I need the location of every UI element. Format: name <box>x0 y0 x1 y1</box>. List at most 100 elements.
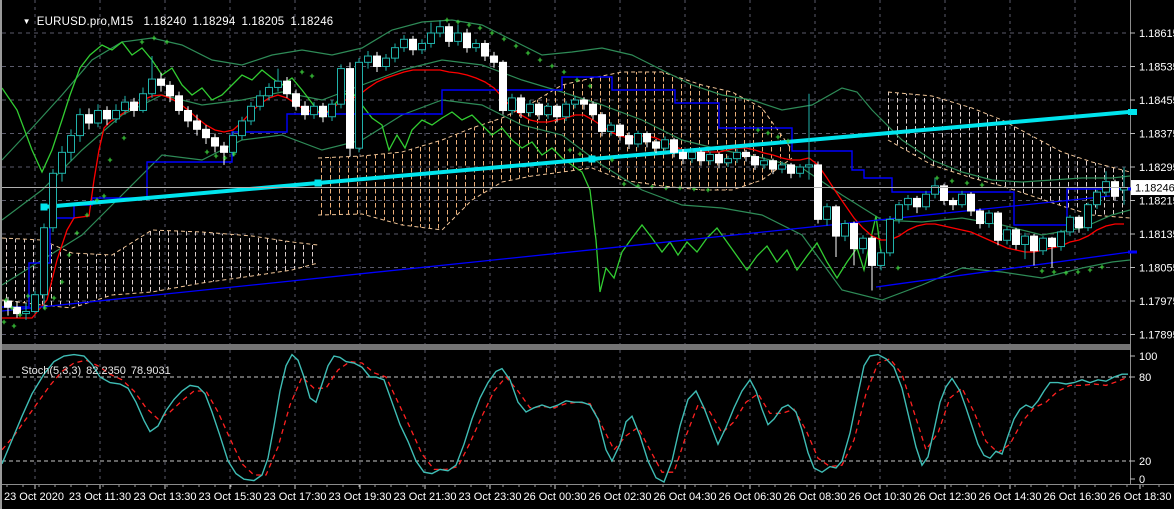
cyan-trendline-handle[interactable] <box>588 155 596 163</box>
candlestick <box>940 185 948 202</box>
candlestick <box>832 206 840 237</box>
candlestick <box>130 101 138 111</box>
time-axis-label: 23 Oct 15:30 <box>199 491 262 503</box>
candlestick <box>112 109 120 120</box>
stoch-axis-label: 0 <box>1139 474 1145 486</box>
candlestick <box>796 166 804 174</box>
candlestick <box>76 114 84 137</box>
candlestick <box>238 120 246 137</box>
candlestick <box>715 153 723 164</box>
price-axis-label: 1.18055 <box>1139 263 1174 275</box>
price-axis-label: 1.18295 <box>1139 162 1174 174</box>
candlestick <box>724 158 732 164</box>
candlestick <box>1057 231 1065 248</box>
candlestick <box>814 164 822 220</box>
stoch-axis[interactable]: 100 80 20 0 <box>1130 351 1157 486</box>
candlestick <box>454 32 462 42</box>
cyan-trendline-handle[interactable] <box>314 179 322 187</box>
symbol-period-label: EURUSD.pro,M15 <box>36 16 134 28</box>
price-axis[interactable]: 1.18615 1.18535 1.18455 1.18375 1.18295 1.182… <box>1128 28 1174 342</box>
candlestick <box>877 252 885 266</box>
candlestick <box>598 114 606 132</box>
candlestick <box>373 55 381 68</box>
candlestick <box>49 172 57 229</box>
axis-edge-mark <box>1128 250 1137 254</box>
candlestick <box>526 103 534 114</box>
candlestick <box>436 26 444 34</box>
candlestick <box>535 103 543 116</box>
price-axis-label: 1.18615 <box>1139 28 1174 40</box>
candlestick <box>949 200 957 206</box>
time-axis-label: 23 Oct 13:30 <box>134 491 197 503</box>
price-axis-label: 1.18215 <box>1139 196 1174 208</box>
stoch-d-value: 78.9031 <box>130 365 171 377</box>
candlestick <box>643 133 651 143</box>
candlestick <box>886 218 894 254</box>
time-axis[interactable]: 23 Oct 2020 23 Oct 11:30 23 Oct 13:30 23 Oc… <box>4 485 1174 503</box>
time-axis-label: 26 Oct 08:30 <box>784 491 847 503</box>
candlestick <box>751 156 759 166</box>
time-axis-label: 23 Oct 23:30 <box>459 491 522 503</box>
price-axis-label: 1.18535 <box>1139 62 1174 74</box>
candlestick <box>319 105 327 118</box>
candlestick <box>1093 191 1101 206</box>
price-axis-label: 1.17895 <box>1139 330 1174 342</box>
candlestick <box>508 97 516 111</box>
candlestick <box>121 101 129 111</box>
chart-ohlc-header: ▼ EURUSD.pro,M15 1.18240 1.18294 1.18205 1.18… <box>9 4 339 40</box>
pane-divider[interactable] <box>2 344 1130 350</box>
candlestick <box>445 26 453 42</box>
candlestick <box>265 86 273 97</box>
candlestick <box>40 227 48 296</box>
candlestick <box>1003 229 1011 241</box>
candlestick <box>274 80 282 88</box>
candlestick <box>589 103 597 116</box>
time-axis-label: 26 Oct 12:30 <box>914 491 977 503</box>
candlestick <box>301 105 309 116</box>
candlestick <box>769 160 777 170</box>
candlestick <box>481 42 489 57</box>
candlestick <box>607 124 615 132</box>
candlestick <box>841 223 849 237</box>
candlestick <box>571 99 579 105</box>
candlestick <box>400 38 408 49</box>
cyan-trendline-handle[interactable] <box>40 203 48 211</box>
candlestick <box>733 151 741 160</box>
candlestick <box>895 204 903 220</box>
close-value: 1.18246 <box>290 16 334 28</box>
candlestick <box>1012 229 1020 245</box>
candlestick <box>625 135 633 145</box>
candlestick <box>1039 237 1047 252</box>
candlestick <box>1084 204 1092 229</box>
candlestick <box>994 212 1002 241</box>
candlestick <box>679 151 687 160</box>
candlestick <box>553 105 561 118</box>
stoch-k-value: 82.2350 <box>86 365 126 377</box>
candlestick <box>22 310 30 315</box>
price-axis-label: 1.17975 <box>1139 296 1174 308</box>
candlestick <box>391 47 399 59</box>
candlestick <box>1066 216 1074 233</box>
candlestick <box>517 97 525 114</box>
candlestick <box>247 105 255 122</box>
chart-canvas[interactable]: 1.18615 1.18535 1.18455 1.18375 1.18295 1.182… <box>2 0 1174 509</box>
candlestick <box>292 93 300 107</box>
time-axis-label: 26 Oct 10:30 <box>849 491 912 503</box>
candlestick <box>94 109 102 124</box>
candlestick <box>958 193 966 206</box>
candlestick <box>175 95 183 111</box>
candlestick <box>211 137 219 147</box>
time-axis-label: 26 Oct 02:30 <box>589 491 652 503</box>
candlestick <box>985 212 993 225</box>
candlestick <box>409 38 417 51</box>
candlestick <box>697 151 705 162</box>
candlestick <box>616 124 624 137</box>
time-axis-label: 26 Oct 04:30 <box>654 491 717 503</box>
candlestick <box>382 57 390 68</box>
high-value: 1.18294 <box>192 16 236 28</box>
pane-divider-bar[interactable] <box>2 344 1130 350</box>
low-value: 1.18205 <box>241 16 285 28</box>
time-axis-label: 26 Oct 00:30 <box>524 491 587 503</box>
candlestick <box>256 95 264 107</box>
time-axis-label: 26 Oct 18:30 <box>1109 491 1172 503</box>
